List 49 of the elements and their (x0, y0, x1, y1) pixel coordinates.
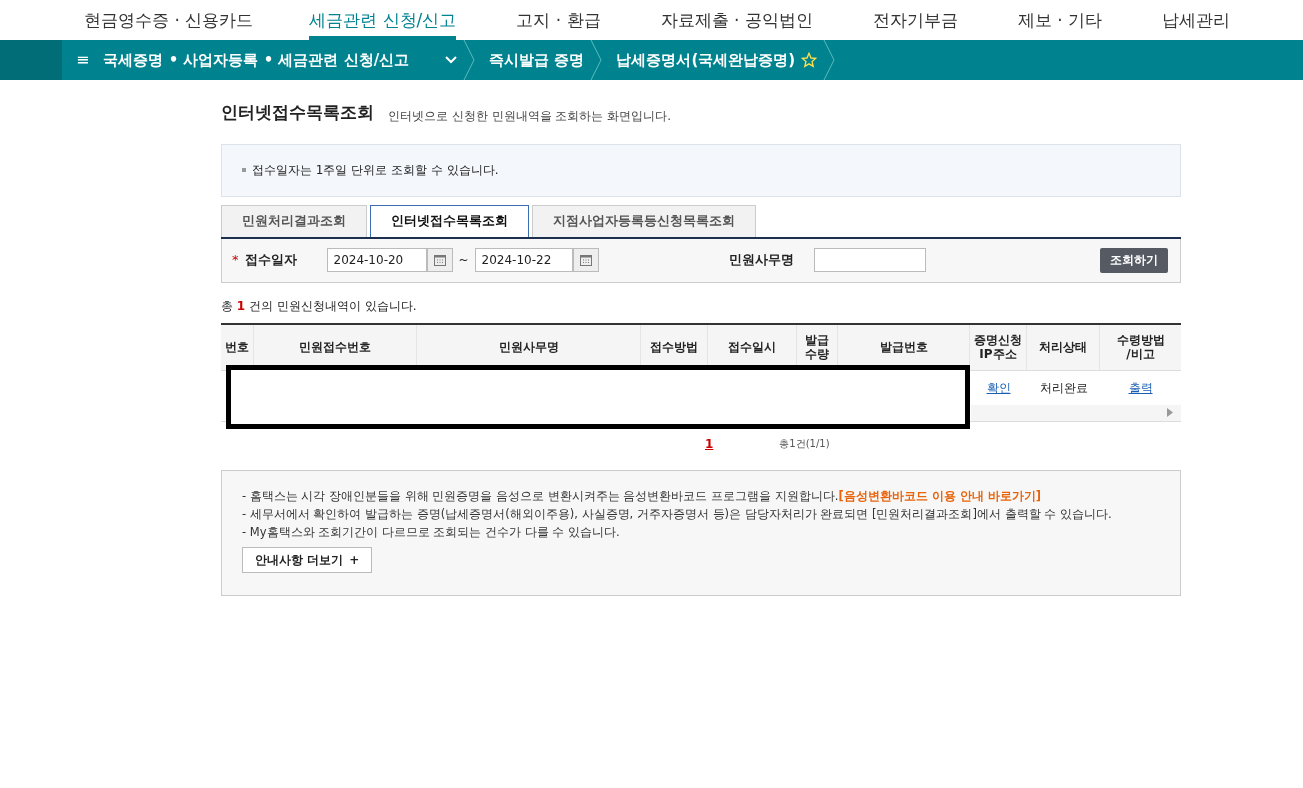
top-menu-item[interactable]: 전자기부금 (872, 10, 958, 40)
print-link[interactable]: 출력 (1100, 370, 1181, 405)
calendar-button[interactable] (572, 248, 599, 272)
breadcrumb-separator-icon (463, 40, 476, 80)
calendar-icon (579, 254, 592, 266)
chevron-down-icon[interactable] (445, 56, 458, 64)
total-count: 총1건(1/1) (779, 437, 830, 451)
page-subtitle: 인터넷으로 신청한 민원내역을 조회하는 화면입니다. (388, 107, 672, 125)
column-header: 처리상태 (1027, 324, 1100, 370)
horizontal-scrollbar[interactable] (971, 404, 1181, 421)
name-field[interactable] (813, 248, 926, 272)
more-info-button[interactable]: 안내사항 더보기 + (242, 546, 373, 573)
status-cell-text: 처리완료 (1038, 379, 1089, 397)
plus-icon: + (349, 550, 360, 569)
breadcrumb-separator-icon (590, 40, 603, 80)
breadcrumb-item[interactable]: 납세증명서(국세완납증명) (616, 48, 796, 72)
breadcrumb-item[interactable]: 즉시발급 증명 (489, 48, 585, 72)
info-text: - My홈택스와 조회기간이 다르므로 조회되는 건수가 다를 수 있습니다. (242, 523, 620, 541)
tab[interactable]: 민원처리결과조회 (221, 204, 367, 237)
column-header: 수령방법 /비고 (1115, 332, 1166, 363)
top-menu-item[interactable]: 납세관리 (1162, 10, 1230, 40)
date-label: 접수일자 (244, 251, 297, 270)
calendar-button[interactable] (426, 248, 453, 272)
required-mark: * (232, 251, 239, 270)
date-to-field[interactable]: 2024-10-22 (474, 248, 573, 272)
page-link[interactable]: 1 (705, 434, 714, 453)
info-text: - 세무서에서 확인하여 발급하는 증명(납세증명서(해외이주용), 사실증명, 거주자증명서 등)은 담당자처리가 완료되면 [민원처리결과조회]에서 출력할 수 있습니다. (242, 505, 1112, 523)
info-text: - 홈택스는 시각 장애인분들을 위해 민원증명을 음성으로 변환시켜주는 음성변환바코드 프로그램을 지원합니다. (242, 487, 839, 505)
tab[interactable]: 지점사업자등록등신청목록조회 (532, 204, 756, 237)
notice-text: 접수일자는 1주일 단위로 조회할 수 있습니다. (252, 162, 499, 179)
result-summary: 총 1 건의 민원신청내역이 있습니다. (221, 297, 418, 315)
name-label: 민원사무명 (728, 251, 794, 270)
arrow-right-icon[interactable] (1167, 408, 1173, 417)
date-from-field[interactable]: 2024-10-20 (326, 248, 427, 272)
breadcrumb-separator-icon (823, 40, 836, 80)
top-menu-item[interactable]: 고지 · 환급 (516, 10, 601, 40)
search-button[interactable]: 조회하기 (1100, 247, 1168, 273)
calendar-icon (433, 254, 446, 266)
top-menu-item[interactable]: 자료제출 · 공익법인 (660, 10, 813, 40)
breadcrumb-item[interactable]: 국세증명 • 사업자등록 • 세금관련 신청/신고 (103, 48, 410, 72)
column-header: 증명신청 IP주소 (970, 324, 1027, 370)
tab[interactable]: 인터넷접수목록조회 (370, 204, 529, 237)
page-title: 인터넷접수목록조회 (221, 101, 374, 124)
top-menu-item[interactable]: 현금영수증 · 신용카드 (84, 10, 254, 40)
top-menu-item[interactable]: 제보 · 기타 (1017, 10, 1102, 40)
star-icon[interactable] (801, 52, 818, 68)
date-separator: ~ (458, 252, 469, 269)
menu-icon[interactable]: ≡ (76, 48, 90, 72)
ip-check-link[interactable]: 확인 (970, 370, 1027, 405)
